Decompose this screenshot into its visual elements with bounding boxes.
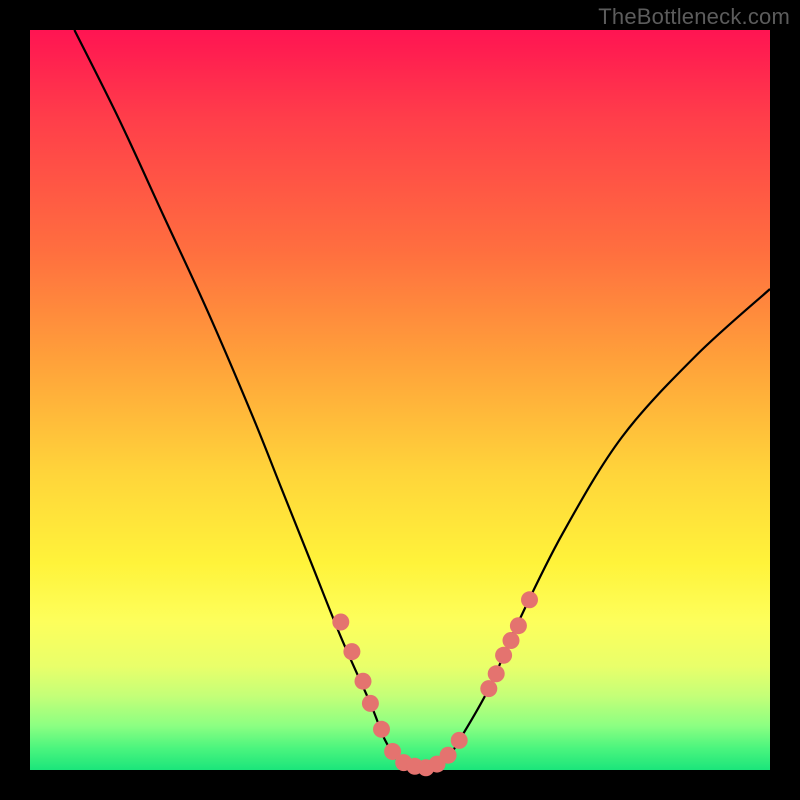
marker-dots bbox=[332, 591, 538, 776]
marker-dot bbox=[480, 680, 497, 697]
curve-svg bbox=[30, 30, 770, 770]
marker-dot bbox=[510, 617, 527, 634]
marker-dot bbox=[362, 695, 379, 712]
chart-frame: TheBottleneck.com bbox=[0, 0, 800, 800]
marker-dot bbox=[373, 721, 390, 738]
marker-dot bbox=[355, 673, 372, 690]
marker-dot bbox=[332, 614, 349, 631]
marker-dot bbox=[451, 732, 468, 749]
marker-dot bbox=[521, 591, 538, 608]
plot-area bbox=[30, 30, 770, 770]
marker-dot bbox=[495, 647, 512, 664]
marker-dot bbox=[488, 665, 505, 682]
bottleneck-curve bbox=[74, 30, 770, 771]
marker-dot bbox=[503, 632, 520, 649]
marker-dot bbox=[440, 747, 457, 764]
marker-dot bbox=[343, 643, 360, 660]
watermark-text: TheBottleneck.com bbox=[598, 4, 790, 30]
